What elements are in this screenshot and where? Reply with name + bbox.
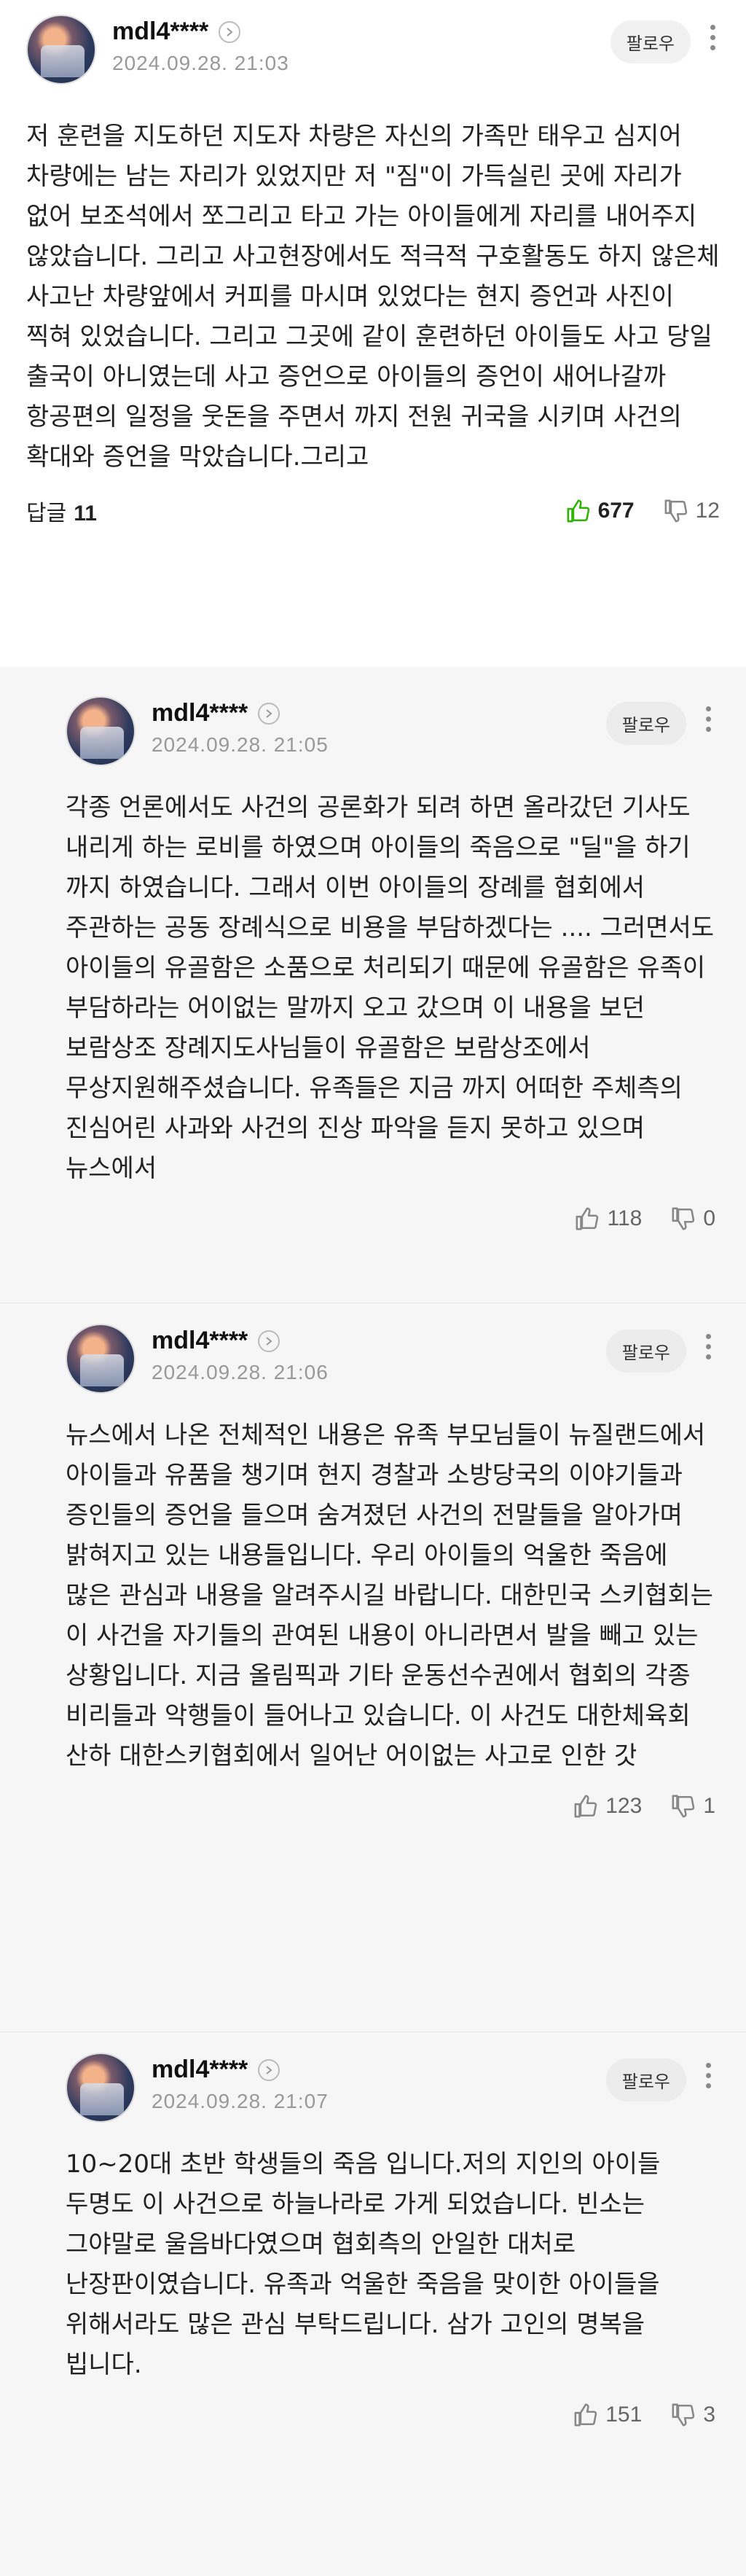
reply-item: mdl4**** 2024.09.28. 21:06 팔로우 뉴스에서 나온 전… <box>0 1303 746 2031</box>
nickname[interactable]: mdl4**** <box>152 699 248 727</box>
reply-footer: 151 3 <box>66 2403 715 2427</box>
thumbs-down-icon <box>672 1795 695 1818</box>
reply-footer: 118 0 <box>66 1206 715 1231</box>
follow-button[interactable]: 팔로우 <box>610 20 691 63</box>
reply-footer: 123 1 <box>66 1794 715 1819</box>
reply-text: 10~20대 초반 학생들의 죽음 입니다.저의 지인의 아이들 두명도 이 사… <box>66 2150 661 2379</box>
comment-meta: mdl4**** 2024.09.28. 21:03 <box>112 15 610 75</box>
reply-date: 2024.09.28. 21:07 <box>152 2090 329 2112</box>
dislike-count: 12 <box>695 499 720 523</box>
profile-arrow-icon[interactable] <box>258 1330 280 1352</box>
like-button[interactable]: 118 <box>575 1206 642 1231</box>
reply-meta: mdl4**** 2024.09.28. 21:05 <box>152 696 606 757</box>
more-options-icon[interactable] <box>701 1334 715 1359</box>
like-button[interactable]: 151 <box>573 2403 642 2427</box>
avatar[interactable] <box>66 2053 136 2123</box>
dislike-button[interactable]: 3 <box>671 2403 715 2427</box>
dislike-count: 1 <box>703 1794 715 1818</box>
comment-footer: 답글 11 677 12 <box>26 495 720 527</box>
more-options-icon[interactable] <box>701 706 715 732</box>
dislike-button[interactable]: 1 <box>671 1794 715 1819</box>
follow-button[interactable]: 팔로우 <box>605 702 686 745</box>
reply-label: 답글 <box>26 501 67 526</box>
thumbs-up-icon <box>574 1795 597 1818</box>
avatar[interactable] <box>66 1324 136 1394</box>
follow-button[interactable]: 팔로우 <box>605 2058 686 2101</box>
like-count: 677 <box>597 499 635 523</box>
thumbs-down-icon <box>672 2403 695 2427</box>
main-comment: mdl4**** 2024.09.28. 21:03 팔로우 저 훈련을 지도하… <box>0 0 746 667</box>
dislike-count: 3 <box>703 2403 715 2427</box>
thumbs-up-icon <box>574 2403 597 2427</box>
follow-button[interactable]: 팔로우 <box>605 1330 686 1373</box>
avatar[interactable] <box>66 696 136 766</box>
dislike-count: 0 <box>703 1206 715 1230</box>
reply-header: mdl4**** 2024.09.28. 21:05 팔로우 <box>66 696 715 766</box>
reply-header: mdl4**** 2024.09.28. 21:07 팔로우 <box>66 2053 715 2123</box>
name-row: mdl4**** <box>152 1327 606 1355</box>
reply-item: mdl4**** 2024.09.28. 21:05 팔로우 각종 언론에서도 … <box>0 676 746 1303</box>
replies-section: mdl4**** 2024.09.28. 21:05 팔로우 각종 언론에서도 … <box>0 667 746 2576</box>
like-count: 123 <box>605 1794 643 1818</box>
name-row: mdl4**** <box>152 2056 606 2084</box>
dislike-button[interactable]: 12 <box>664 499 720 523</box>
nickname[interactable]: mdl4**** <box>112 17 208 46</box>
reply-date: 2024.09.28. 21:06 <box>152 1361 329 1383</box>
thumbs-down-icon <box>664 499 687 523</box>
reply-item: mdl4**** 2024.09.28. 21:07 팔로우 10~20대 초반… <box>0 2031 746 2575</box>
reply-date: 2024.09.28. 21:05 <box>152 733 329 756</box>
avatar[interactable] <box>26 15 96 85</box>
profile-arrow-icon[interactable] <box>258 702 280 725</box>
reply-count: 11 <box>74 501 97 526</box>
like-count: 151 <box>605 2403 643 2427</box>
reply-text: 각종 언론에서도 사건의 공론화가 되려 하면 올라갔던 기사도 내리게 하는 … <box>66 793 715 1183</box>
profile-arrow-icon[interactable] <box>219 20 241 43</box>
profile-arrow-icon[interactable] <box>258 2058 280 2081</box>
reply-meta: mdl4**** 2024.09.28. 21:07 <box>152 2053 606 2113</box>
thumbs-down-icon <box>672 1207 695 1230</box>
like-count: 118 <box>607 1206 643 1230</box>
thumbs-up-icon <box>576 1207 599 1230</box>
reply-toggle-button[interactable]: 답글 11 <box>26 495 97 527</box>
nickname[interactable]: mdl4**** <box>152 1327 248 1355</box>
like-button[interactable]: 677 <box>566 499 635 523</box>
reply-header: mdl4**** 2024.09.28. 21:06 팔로우 <box>66 1324 715 1394</box>
comment-header: mdl4**** 2024.09.28. 21:03 팔로우 <box>26 15 720 85</box>
comment-date: 2024.09.28. 21:03 <box>112 52 289 74</box>
dislike-button[interactable]: 0 <box>671 1206 715 1231</box>
nickname[interactable]: mdl4**** <box>152 2056 248 2084</box>
more-options-icon[interactable] <box>705 25 720 50</box>
like-button[interactable]: 123 <box>573 1794 642 1819</box>
thumbs-up-icon <box>567 499 589 523</box>
name-row: mdl4**** <box>152 699 606 727</box>
comment-text: 저 훈련을 지도하던 지도자 차량은 자신의 가족만 태우고 심지어 차량에는 … <box>26 122 720 472</box>
reply-meta: mdl4**** 2024.09.28. 21:06 <box>152 1324 606 1384</box>
reply-text: 뉴스에서 나온 전체적인 내용은 유족 부모님들이 뉴질랜드에서 아이들과 유품… <box>66 1421 713 1771</box>
more-options-icon[interactable] <box>701 2063 715 2088</box>
name-row: mdl4**** <box>112 17 610 46</box>
